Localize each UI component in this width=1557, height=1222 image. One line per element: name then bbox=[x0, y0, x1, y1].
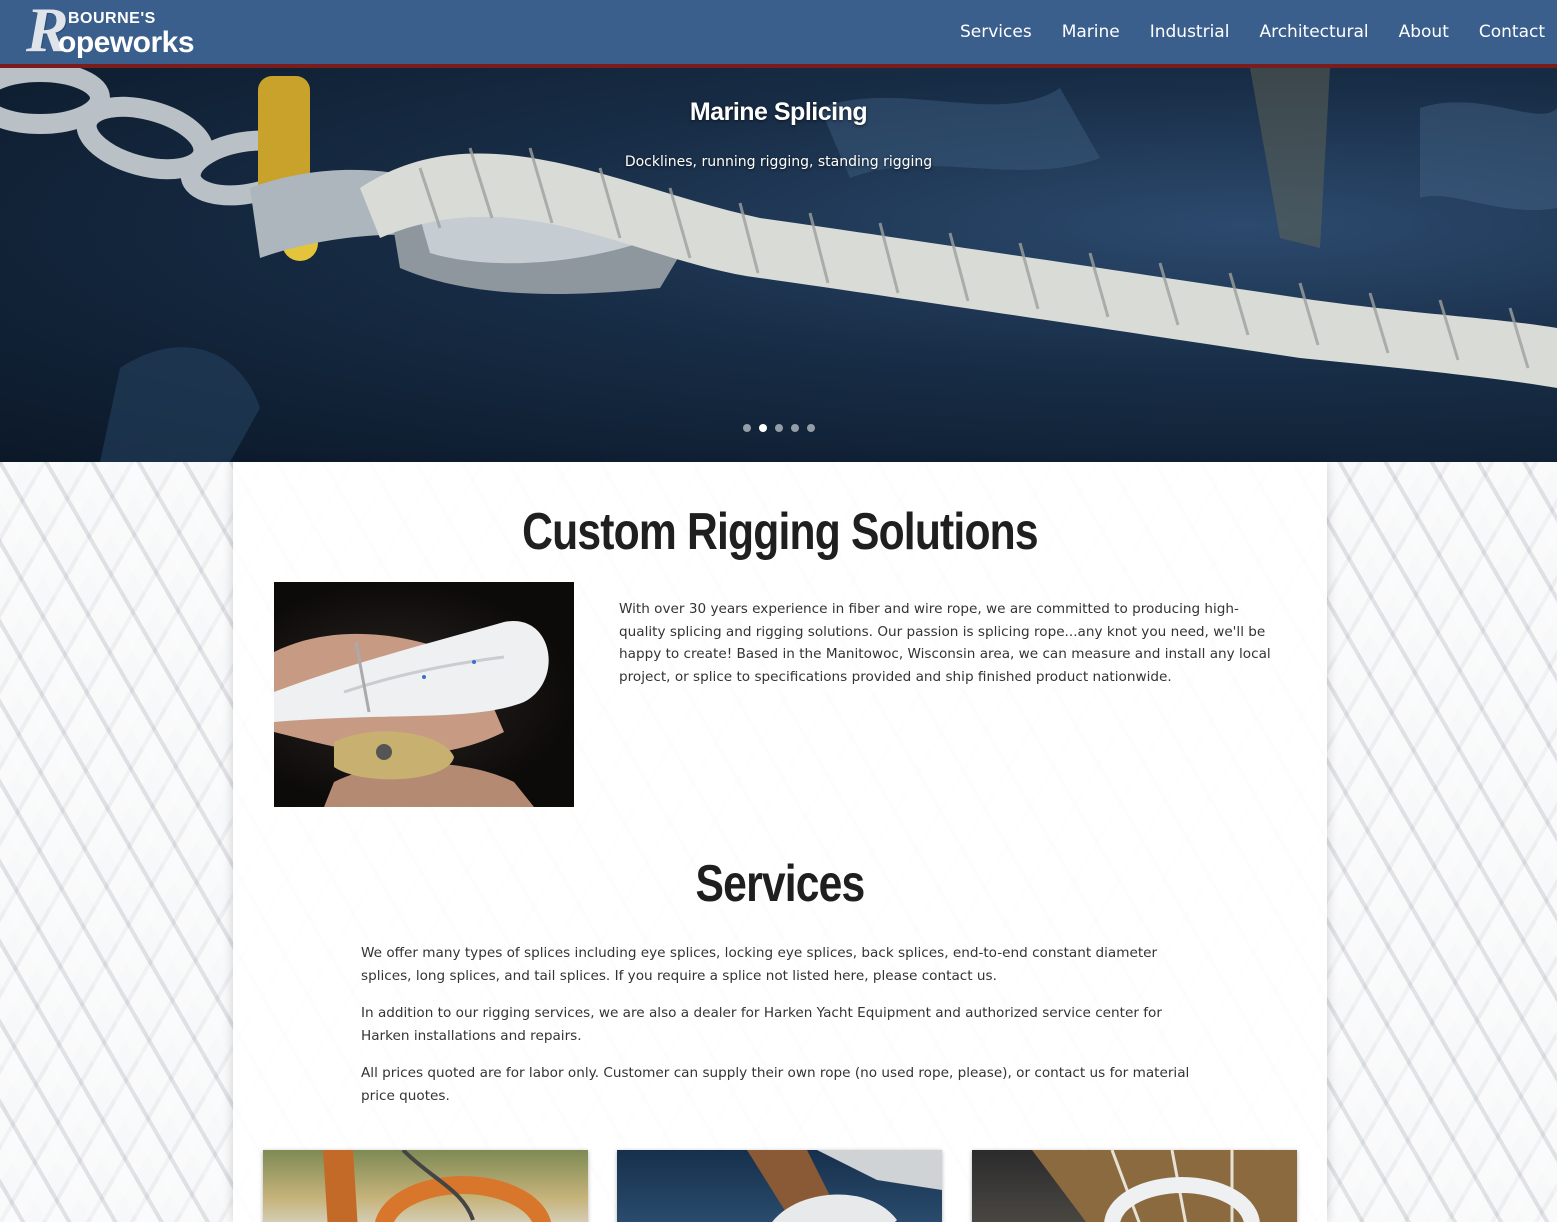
carousel-dot-2[interactable] bbox=[758, 424, 767, 432]
nav-marine[interactable]: Marine bbox=[1062, 22, 1120, 42]
services-paragraph-2: In addition to our rigging services, we … bbox=[361, 1005, 1162, 1044]
carousel-dot-3[interactable] bbox=[774, 424, 783, 432]
splice-photo bbox=[274, 582, 574, 807]
services-heading: Services bbox=[695, 855, 866, 913]
logo[interactable]: R BOURNE'S opeworks bbox=[26, 0, 195, 72]
nav-about[interactable]: About bbox=[1399, 22, 1449, 42]
carousel-indicators bbox=[0, 424, 1557, 432]
intro-heading: Custom Rigging Solutions bbox=[522, 503, 1038, 561]
content-panel: Custom Rigging Solutions With over 30 ye… bbox=[233, 462, 1327, 1222]
nav-industrial[interactable]: Industrial bbox=[1150, 22, 1230, 42]
service-card-2[interactable] bbox=[617, 1150, 942, 1222]
carousel-dot-5[interactable] bbox=[806, 424, 815, 432]
services-paragraph-1: We offer many types of splices including… bbox=[361, 945, 1158, 984]
service-card-1[interactable] bbox=[263, 1150, 588, 1222]
logo-wordmark: opeworks bbox=[58, 26, 195, 59]
services-text: We offer many types of splices including… bbox=[361, 942, 1201, 1122]
hero-carousel[interactable]: Marine Splicing Docklines, running riggi… bbox=[0, 68, 1557, 462]
hero-image bbox=[0, 68, 1557, 462]
service-card-3[interactable] bbox=[972, 1150, 1297, 1222]
hero-subtitle: Docklines, running rigging, standing rig… bbox=[624, 154, 933, 170]
nav-contact[interactable]: Contact bbox=[1479, 22, 1545, 42]
carousel-dot-1[interactable] bbox=[742, 424, 751, 432]
nav-services[interactable]: Services bbox=[960, 22, 1032, 42]
carousel-dot-4[interactable] bbox=[790, 424, 799, 432]
services-paragraph-3: All prices quoted are for labor only. Cu… bbox=[361, 1065, 1190, 1104]
main-nav: Services Marine Industrial Architectural… bbox=[960, 22, 1545, 42]
hero-title: Marine Splicing bbox=[689, 98, 868, 126]
nav-architectural[interactable]: Architectural bbox=[1259, 22, 1368, 42]
intro-paragraph: With over 30 years experience in fiber a… bbox=[619, 601, 1271, 685]
navbar: R BOURNE'S opeworks Services Marine Indu… bbox=[0, 0, 1557, 68]
